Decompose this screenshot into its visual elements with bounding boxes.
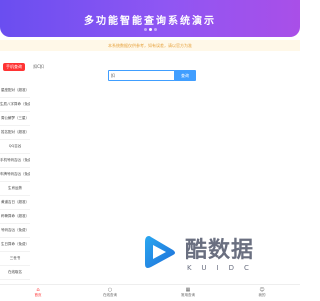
sidebar-item[interactable]: 手机号码吉凶（免费） xyxy=(0,154,30,168)
sidebar-item[interactable]: 三世书 xyxy=(0,252,30,266)
search-input[interactable]: 扣 xyxy=(108,70,175,81)
play-logo-icon xyxy=(145,236,175,268)
sidebar-item[interactable]: 姓名配对（超准） xyxy=(0,126,30,140)
tab-common-query[interactable]: ▦ 常用查询 xyxy=(168,287,208,298)
carousel-dots xyxy=(0,28,300,31)
sidebar-item[interactable]: 称骨算命（超准） xyxy=(0,210,30,224)
tag-row: 手机查询 扣C扣 xyxy=(3,56,44,71)
sidebar-item[interactable]: 生肖运势 xyxy=(0,182,30,196)
sidebar-item[interactable]: 星座配对（超准） xyxy=(0,84,30,98)
watermark-subtitle: KUIDC xyxy=(187,264,259,272)
banner[interactable]: 多功能智能查询系统演示 xyxy=(0,0,300,37)
tab-label: 常用查询 xyxy=(181,293,195,297)
tab-label: 我的 xyxy=(258,293,266,297)
tab-label: 在线查询 xyxy=(103,293,117,297)
sidebar-item[interactable]: QQ吉凶 xyxy=(0,140,30,154)
search-bar: 扣 查询 xyxy=(108,70,196,81)
carousel-dot-active[interactable] xyxy=(148,28,152,31)
watermark: 酷数据 KUIDC xyxy=(137,230,253,280)
sidebar: 星座配对（超准） 生辰八字算命（免费） 周公解梦（三星） 姓名配对（超准） QQ… xyxy=(0,84,30,280)
tab-online-query[interactable]: ○ 在线查询 xyxy=(90,287,130,298)
sidebar-item[interactable]: 号码吉凶（免费） xyxy=(0,224,30,238)
watermark-title: 酷数据 xyxy=(185,238,255,263)
banner-title: 多功能智能查询系统演示 xyxy=(84,16,216,27)
phone-query-tag[interactable]: 手机查询 xyxy=(3,62,25,71)
sidebar-item[interactable]: 车牌号码吉凶（免费） xyxy=(0,168,30,182)
sidebar-item[interactable]: 生日算命（免费） xyxy=(0,238,30,252)
carousel-dot[interactable] xyxy=(143,28,147,31)
search-button[interactable]: 查询 xyxy=(174,70,196,81)
carousel-dot[interactable] xyxy=(153,28,157,31)
tab-mine[interactable]: ☺ 我的 xyxy=(242,287,282,298)
tab-home[interactable]: ⌂ 首页 xyxy=(18,287,58,298)
sidebar-item[interactable]: 周公解梦（三星） xyxy=(0,112,30,126)
sidebar-item[interactable]: 在线取名 xyxy=(0,266,30,280)
bottom-tabbar: ⌂ 首页 ○ 在线查询 ▦ 常用查询 ☺ 我的 xyxy=(0,284,300,301)
tag-side-text: 扣C扣 xyxy=(33,63,44,69)
tab-label: 首页 xyxy=(34,293,42,297)
notice-bar: 本系统数据仅供参考，如有误差，请以官方为准 xyxy=(0,40,300,51)
sidebar-item[interactable]: 生辰八字算命（免费） xyxy=(0,98,30,112)
sidebar-item[interactable]: 黄道吉日（超准） xyxy=(0,196,30,210)
